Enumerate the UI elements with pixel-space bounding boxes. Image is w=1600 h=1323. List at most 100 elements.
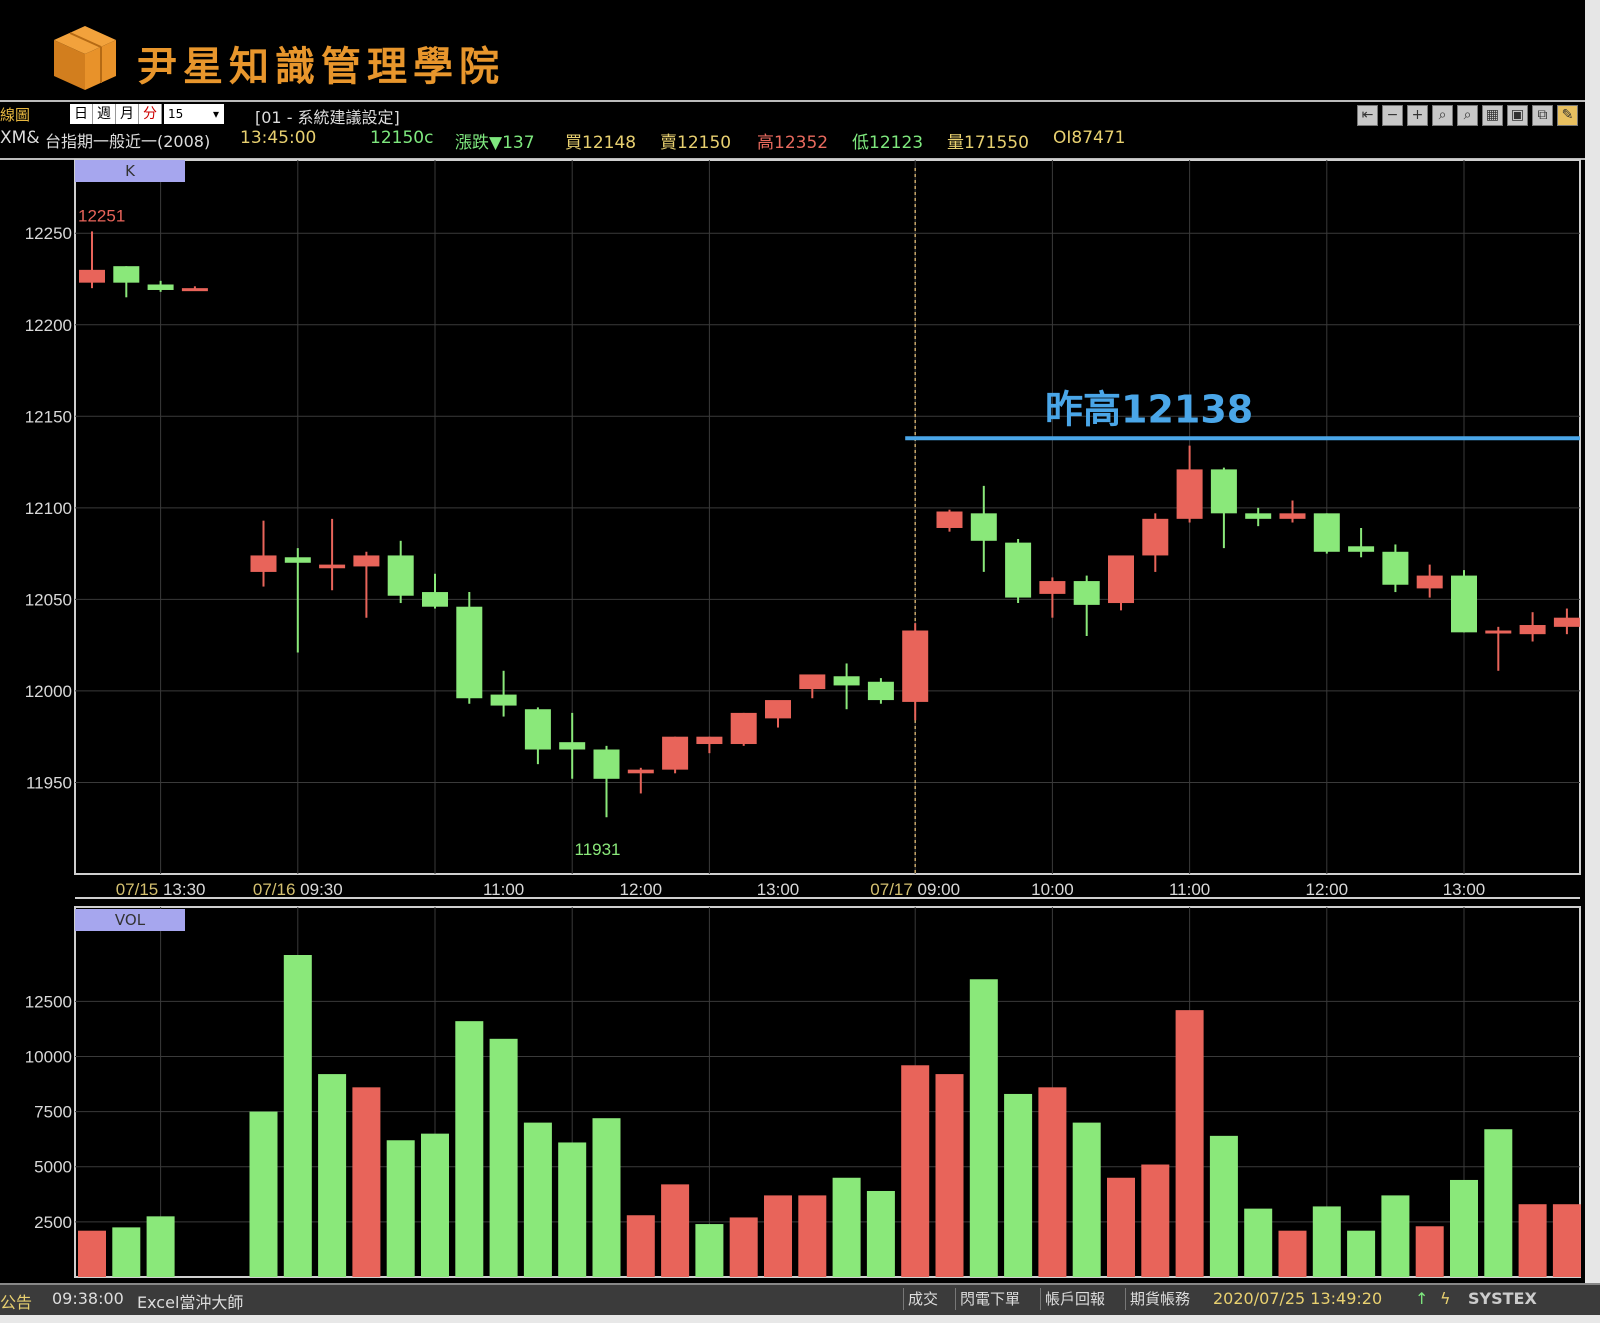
status-brand: SYSTEX [1468,1289,1537,1308]
y-tick-label: 12100 [25,499,72,518]
volume-bar [1278,1230,1307,1277]
minus-icon[interactable]: − [1382,105,1403,126]
candle-body [1073,581,1100,605]
candle-body [113,266,140,283]
volume-chart[interactable]: 12500 10000 7500 5000 2500 [0,905,1585,1283]
prev-high-label: 昨高12138 [1045,387,1253,431]
candle-body [799,674,826,690]
quote-oi: OI87471 [1053,128,1126,148]
y-tick-label: 12150 [25,407,72,426]
window-scroll-edge[interactable] [1585,0,1600,1283]
candle-body [1279,513,1306,519]
plus-icon[interactable]: + [1407,105,1428,126]
toolbar-left-label: 線圖 [0,106,31,124]
volume-bar [421,1133,449,1277]
candle-body [456,606,483,699]
status-button-report[interactable]: 帳戶回報 [1040,1288,1109,1310]
volume-bar [386,1140,415,1277]
status-button-account[interactable]: 期貨帳務 [1125,1288,1194,1310]
bottom-edge [0,1315,1600,1323]
tab-vol[interactable]: VOL [75,909,185,931]
candle-body [1519,625,1546,635]
y-tick-label: 11950 [26,773,72,792]
candle-body [559,742,586,750]
status-button-trade[interactable]: 成交 [903,1288,942,1310]
interval-value: 15 [168,107,184,121]
quote-volume: 量171550 [947,133,1029,153]
status-button-order[interactable]: 閃電下單 [955,1288,1024,1310]
period-day[interactable]: 日 [70,104,93,124]
y-tick-label: 10000 [25,1047,72,1066]
volume-bar [969,979,998,1277]
arrow-left-icon[interactable]: ⇤ [1357,105,1378,126]
volume-bar [146,1216,175,1277]
period-week[interactable]: 週 [93,104,116,124]
candle-body [627,769,654,774]
volume-bar [523,1122,552,1277]
volume-bar [352,1087,381,1277]
config-label[interactable]: [01 - 系統建議設定] [255,104,400,128]
candle-body [593,749,620,779]
volume-bar [112,1227,141,1277]
volume-bar [1381,1195,1410,1277]
candle-body [353,555,380,567]
volume-bar [729,1217,758,1277]
volume-bar [1141,1164,1170,1277]
volume-bar [1244,1208,1273,1277]
y-tick-label: 5000 [34,1158,72,1177]
volume-bar [1209,1135,1238,1277]
candlestick-chart[interactable]: 12250 12200 12150 12100 12050 12000 11950 12251… [0,158,1585,903]
candle-body [833,676,860,686]
period-minute[interactable]: 分 [139,104,162,124]
volume-bar [249,1111,278,1277]
x-tick-label: 07/17 09:00 [870,880,960,899]
candle-body [524,709,551,750]
plot-frame [74,159,1581,875]
y-tick-label: 12200 [25,316,72,335]
chevron-down-icon: ▾ [212,107,219,121]
candle-body [79,269,105,283]
save-icon[interactable]: ▣ [1507,105,1528,126]
copy-icon[interactable]: ⧉ [1532,105,1553,126]
note-icon[interactable]: ✎ [1557,105,1578,126]
interval-select[interactable]: 15 ▾ [164,104,224,124]
candle-body [936,511,963,528]
candle-body [1451,575,1477,633]
zoom-in-icon[interactable]: ⌕ [1432,105,1453,126]
volume-bar [798,1195,827,1277]
candle-body [970,513,997,541]
quote-time: 13:45:00 [240,128,317,148]
x-tick-label: 07/15 13:30 [116,880,206,899]
status-datetime: 2020/07/25 13:49:20 [1213,1289,1383,1308]
status-message[interactable]: Excel當沖大師 [137,1289,243,1313]
candle-body [1005,542,1032,598]
arrow-up-icon: ↑ [1415,1289,1429,1308]
volume-bar [1312,1206,1341,1277]
volume-bar [318,1074,347,1277]
volume-bar [764,1195,792,1277]
volume-bar [78,1230,106,1277]
grid-icon[interactable]: ▦ [1482,105,1503,126]
zoom-out-icon[interactable]: ⌕ [1457,105,1478,126]
candle-body [1108,555,1134,604]
x-tick-label: 07/16 09:30 [253,880,343,899]
candle-body [902,630,929,702]
lightning-icon: ϟ [1440,1289,1451,1308]
period-selector[interactable]: 日週月分 [70,104,162,124]
high-annotation: 12251 [78,206,125,225]
candle-body [867,681,894,701]
candle-body [147,284,174,290]
volume-bar [592,1118,621,1277]
tab-k[interactable]: K [75,160,185,182]
brand-name: 尹星知識管理學院 [137,44,505,90]
volume-bar [283,955,312,1277]
candle-body [1176,469,1203,519]
y-tick-label: 12250 [25,224,72,243]
period-month[interactable]: 月 [116,104,139,124]
y-tick-label: 12050 [25,590,72,609]
product-prefix: XM& [0,128,40,148]
volume-bar [1347,1230,1376,1277]
volume-bar [832,1177,861,1277]
candle-body [181,288,208,292]
x-tick-label: 10:00 [1031,880,1074,899]
